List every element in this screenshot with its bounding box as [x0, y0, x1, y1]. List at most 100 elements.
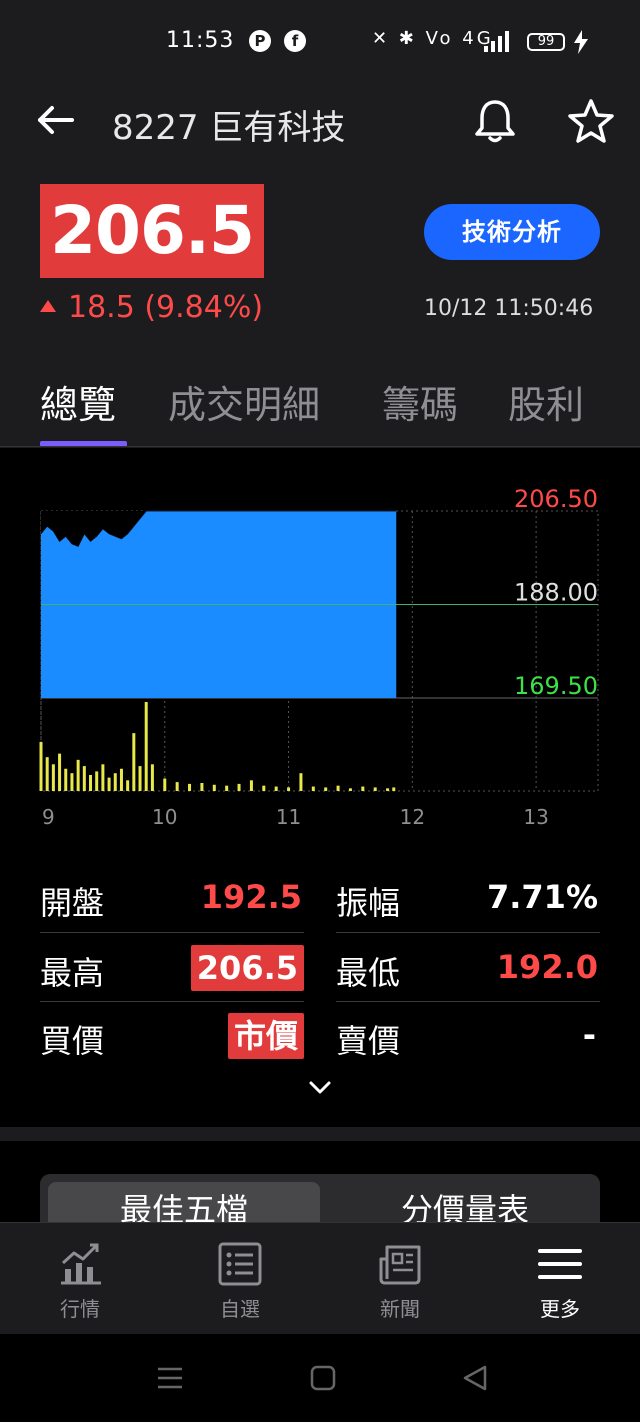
volume-bar	[188, 783, 192, 791]
status-icons: ✕ ✱ Vo 4G	[372, 28, 494, 49]
volume-bar	[262, 785, 266, 791]
volume-bar	[311, 786, 315, 791]
nav-more-label: 更多	[540, 1297, 580, 1321]
volume-bar	[225, 785, 229, 791]
volume-bar	[138, 766, 142, 791]
nav-watchlist[interactable]: 自選	[160, 1223, 320, 1335]
price-display: 206.5	[40, 184, 264, 278]
volume-bar	[76, 759, 80, 791]
system-navigation	[0, 1334, 640, 1422]
x-tick-label: 11	[276, 805, 301, 829]
volume-bar	[336, 785, 340, 791]
back-nav-icon[interactable]	[462, 1364, 490, 1392]
intraday-chart[interactable]: 206.50 188.00 169.50 9 10 11 12 13	[0, 447, 640, 837]
volume-bar	[70, 773, 74, 791]
nav-market-label: 行情	[60, 1297, 100, 1321]
volume-bar	[64, 768, 68, 791]
volume-bar	[51, 764, 55, 791]
volume-bar	[144, 702, 148, 791]
volume-bar	[237, 783, 241, 791]
amplitude-label: 振幅	[336, 884, 401, 922]
star-icon[interactable]	[566, 96, 616, 146]
watchlist-icon	[218, 1242, 262, 1286]
volume-bar	[348, 788, 352, 791]
nav-watchlist-label: 自選	[220, 1297, 260, 1321]
charging-icon	[574, 30, 588, 54]
low-price-label: 169.50	[514, 672, 598, 700]
volume-bar	[324, 787, 328, 791]
battery-indicator: 99	[527, 33, 565, 51]
facebook-icon: f	[284, 30, 306, 52]
volume-bar	[95, 771, 99, 791]
market-chart-icon	[61, 1243, 101, 1285]
tab-overview[interactable]: 總覽	[40, 374, 116, 429]
open-label: 開盤	[40, 884, 105, 922]
nav-news[interactable]: 新聞	[320, 1223, 480, 1335]
status-time: 11:53	[166, 28, 235, 53]
volume-bar	[39, 742, 43, 791]
volume-bar	[82, 766, 86, 791]
high-price-label: 206.50	[514, 485, 598, 513]
home-icon[interactable]	[309, 1364, 337, 1392]
volume-bar	[126, 780, 130, 791]
high-value: 206.5	[190, 945, 304, 991]
volume-bar	[373, 787, 377, 791]
technical-analysis-button[interactable]: 技術分析	[424, 204, 600, 260]
open-value: 192.5	[200, 878, 302, 916]
back-arrow-icon[interactable]	[34, 98, 78, 142]
volume-bar	[386, 788, 390, 791]
volume-bar	[212, 784, 216, 791]
menu-icon	[538, 1249, 582, 1279]
nav-market[interactable]: 行情	[0, 1223, 160, 1335]
bid-value: 市價	[227, 1013, 304, 1059]
volume-bar	[287, 787, 291, 791]
volume-bar	[150, 764, 154, 791]
low-value: 192.0	[496, 948, 598, 986]
bid-label: 買價	[40, 1022, 105, 1060]
ask-label: 賣價	[336, 1022, 401, 1060]
ref-price-label: 188.00	[514, 579, 598, 607]
chevron-down-icon[interactable]	[300, 1072, 340, 1106]
news-icon	[379, 1245, 421, 1285]
high-label: 最高	[40, 954, 105, 992]
x-tick-label: 13	[523, 805, 548, 829]
bottom-navigation: 行情 自選 新聞 更多	[0, 1222, 640, 1334]
nav-news-label: 新聞	[380, 1297, 420, 1321]
stock-title: 8227 巨有科技	[112, 108, 346, 148]
quote-timestamp: 10/12 11:50:46	[424, 296, 594, 321]
ask-value: -	[582, 1016, 596, 1054]
signal-icon	[484, 31, 509, 52]
volume-bar	[132, 733, 136, 791]
row-divider	[40, 1001, 304, 1002]
price-change: 18.5 (9.84%)	[40, 290, 263, 325]
volume-bar	[249, 780, 253, 791]
volume-bar	[200, 782, 204, 791]
bell-icon[interactable]	[470, 96, 520, 146]
tab-trade-details[interactable]: 成交明細	[168, 374, 320, 429]
recent-apps-icon[interactable]	[156, 1364, 184, 1392]
volume-bars	[39, 702, 396, 791]
volume-bar	[45, 757, 49, 791]
p-icon: P	[249, 30, 271, 52]
low-label: 最低	[336, 954, 401, 992]
volume-bar	[299, 773, 303, 791]
x-tick-label: 12	[400, 805, 425, 829]
tab-dividend[interactable]: 股利	[508, 374, 584, 429]
row-divider	[336, 932, 600, 933]
volume-bar	[163, 778, 167, 791]
tab-chips[interactable]: 籌碼	[382, 374, 458, 429]
up-arrow-icon	[40, 299, 56, 312]
volume-bar	[113, 773, 117, 791]
volume-bar	[392, 787, 396, 791]
section-divider	[0, 1127, 640, 1141]
x-tick-label: 9	[42, 805, 55, 829]
volume-bar	[101, 764, 105, 791]
x-tick-label: 10	[152, 805, 177, 829]
amplitude-value: 7.71%	[486, 878, 598, 916]
volume-bar	[361, 786, 365, 791]
volume-bar	[107, 777, 111, 791]
volume-bar	[175, 782, 179, 791]
volume-bar	[274, 786, 278, 791]
nav-more[interactable]: 更多	[480, 1223, 640, 1335]
volume-bar	[119, 768, 123, 791]
